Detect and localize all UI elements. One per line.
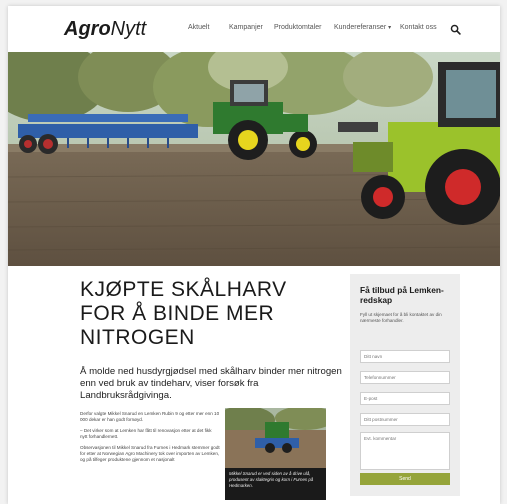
article-photo-image bbox=[225, 408, 326, 468]
article-lead: Å molde ned husdyrgjødsel med skålharv b… bbox=[80, 366, 342, 401]
phone-field[interactable] bbox=[360, 371, 450, 384]
site-logo[interactable]: AgroNytt bbox=[64, 18, 146, 40]
quote-form: Få tilbud på Lemken-redskap Fyll ut skje… bbox=[350, 274, 460, 496]
comments-field[interactable] bbox=[360, 432, 450, 470]
article-paragraph-3: Observasjonen til Mikkel Snarud fra Furn… bbox=[80, 445, 220, 462]
name-field[interactable] bbox=[360, 350, 450, 363]
form-title: Få tilbud på Lemken-redskap bbox=[360, 285, 444, 305]
site-header: AgroNytt Aktuelt Kampanjer Produktomtale… bbox=[8, 6, 500, 52]
article-paragraph-2: – Det virker som at Lemken har fått til … bbox=[80, 428, 212, 439]
chevron-down-icon: ▾ bbox=[388, 25, 392, 31]
article-title: KJØPTE SKÅLHARV FOR Å BINDE MER NITROGEN bbox=[80, 278, 340, 350]
nav-item-kundereferanser-label: Kundereferanser bbox=[334, 24, 387, 31]
postal-code-field[interactable] bbox=[360, 413, 450, 426]
article-title-line-2: FOR Å BINDE MER bbox=[80, 302, 275, 325]
logo-bold: Agro bbox=[64, 18, 111, 40]
page: AgroNytt Aktuelt Kampanjer Produktomtale… bbox=[8, 6, 500, 504]
nav-item-produktomtaler[interactable]: Produktomtaler bbox=[274, 24, 321, 31]
logo-light: Nytt bbox=[110, 18, 147, 40]
search-icon[interactable] bbox=[450, 22, 462, 35]
nav-item-kundereferanser[interactable]: Kundereferanser ▾ bbox=[334, 24, 391, 31]
article-paragraph-1: Derfor valgte Mikkel Snarud en Lemken Ru… bbox=[80, 411, 220, 422]
nav-item-aktuelt[interactable]: Aktuelt bbox=[188, 24, 209, 31]
article-title-line-1: KJØPTE SKÅLHARV bbox=[80, 278, 287, 301]
article-title-line-3: NITROGEN bbox=[80, 326, 195, 349]
nav-item-kontakt-oss[interactable]: Kontakt oss bbox=[400, 24, 437, 31]
hero-image bbox=[8, 52, 500, 266]
nav-item-kampanjer[interactable]: Kampanjer bbox=[229, 24, 263, 31]
article-photo: Mikkel Snarud er ved siden av å drive ul… bbox=[225, 408, 326, 500]
article-body: Derfor valgte Mikkel Snarud en Lemken Ru… bbox=[80, 411, 220, 468]
form-description: Fyll ut skjemaet for å bli kontaktet av … bbox=[360, 312, 442, 323]
email-field[interactable] bbox=[360, 392, 450, 405]
send-button[interactable]: Send bbox=[360, 473, 450, 485]
photo-caption: Mikkel Snarud er ved siden av å drive ul… bbox=[225, 468, 326, 500]
